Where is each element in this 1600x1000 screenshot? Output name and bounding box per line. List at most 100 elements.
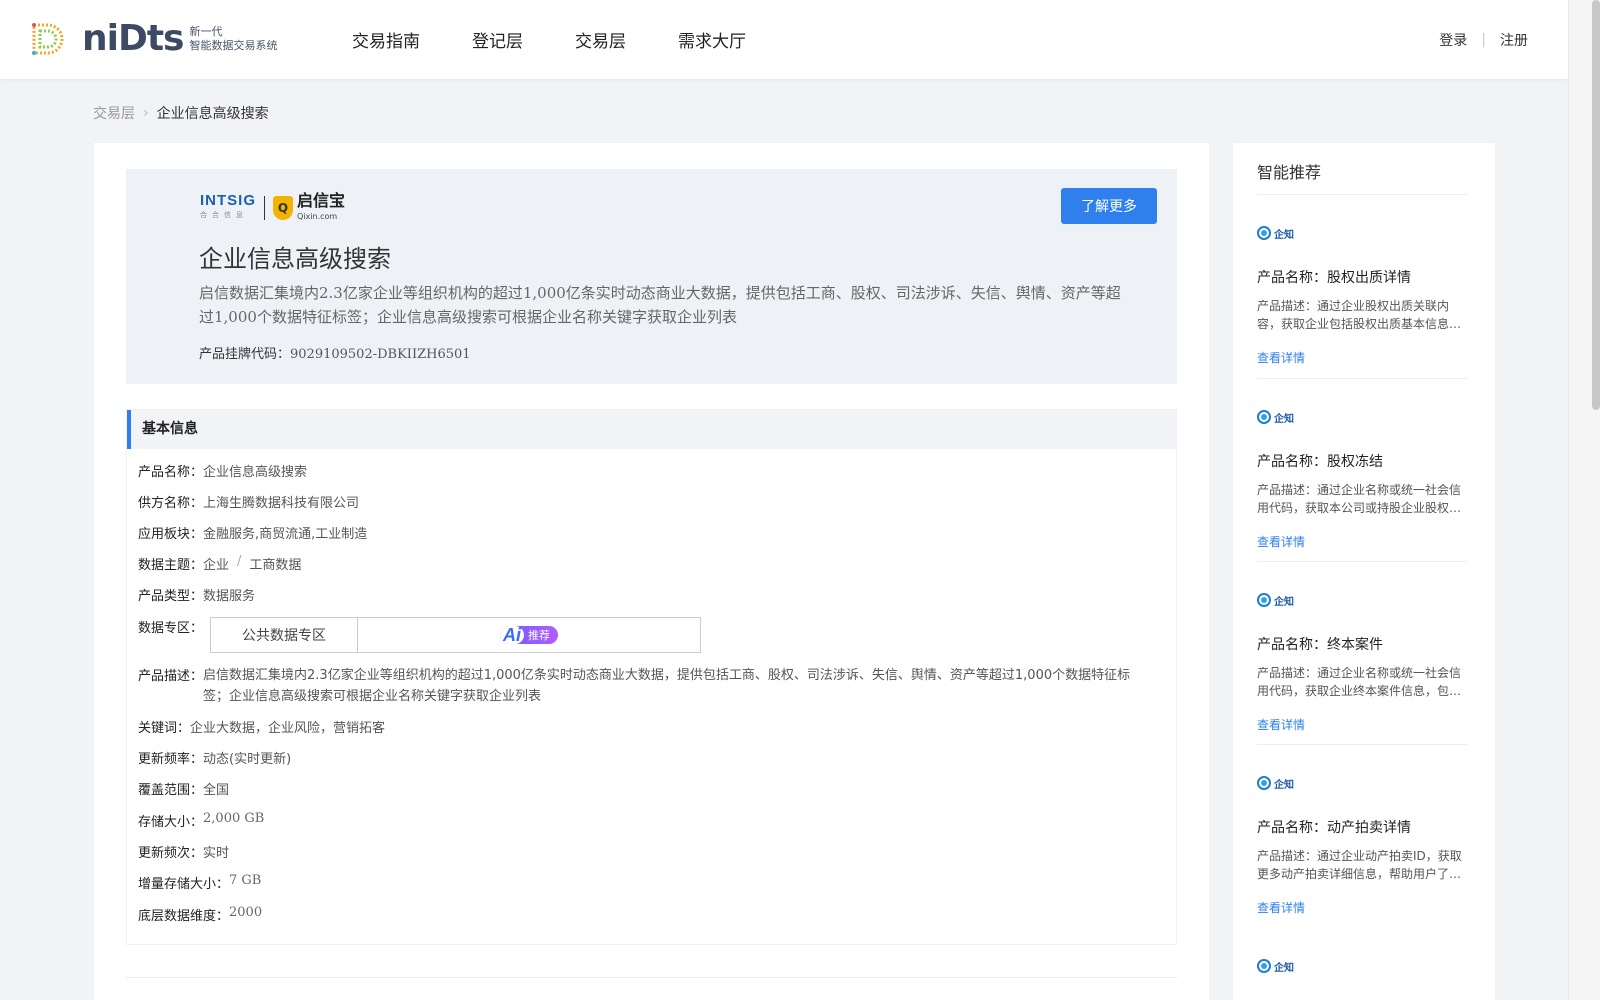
recommendation-name[interactable]: 产品名称：股权出质详情	[1257, 267, 1467, 287]
info-value: 7 GB	[229, 873, 262, 888]
info-value: 数据服务	[203, 589, 256, 604]
logo-tagline-2: 智能数据交易系统	[189, 39, 278, 52]
divider	[1257, 194, 1467, 195]
top-header: niDts 新一代 智能数据交易系统 交易指南 登记层 交易层 需求大厅 登录 …	[0, 0, 1568, 79]
info-value: 金融服务,商贸流通,工业制造	[203, 527, 368, 542]
main-nav: 交易指南 登记层 交易层 需求大厅	[352, 27, 798, 52]
info-row-supplier: 供方名称： 上海生腾数据科技有限公司	[138, 492, 359, 511]
product-detail-card: INTSIG 合合信息 Q 启信宝 Qixin.com 企业信息高级搜索 启信数…	[94, 143, 1209, 1000]
auth-links: 登录 | 注册	[1439, 30, 1528, 50]
recommendation-sidebar: 智能推荐 企知 产品名称：股权出质详情 产品描述：通过企业股权出质关联内容，获取…	[1233, 143, 1495, 1000]
divider	[1257, 378, 1467, 379]
view-details-link[interactable]: 查看详情	[1257, 716, 1467, 733]
info-row-update-times: 更新频次： 实时	[138, 842, 229, 861]
info-row-coverage: 覆盖范围： 全国	[138, 779, 229, 798]
view-details-link[interactable]: 查看详情	[1257, 533, 1467, 550]
info-label: 供方名称：	[138, 496, 204, 511]
auth-divider: |	[1481, 32, 1486, 48]
ai-recommend-badge: Ai 推荐	[358, 618, 700, 652]
product-summary: 启信数据汇集境内2.3亿家企业等组织机构的超过1,000亿条实时动态商业大数据，…	[199, 284, 1121, 326]
recommendation-name[interactable]: 产品名称：终本案件	[1257, 634, 1467, 654]
breadcrumb-parent[interactable]: 交易层	[93, 103, 135, 123]
partner-logos: INTSIG 合合信息 Q 启信宝 Qixin.com	[200, 193, 345, 223]
nav-trading-layer[interactable]: 交易层	[575, 27, 626, 52]
provider-logo: 企知	[1257, 225, 1467, 241]
info-row-sector: 应用板块： 金融服务,商贸流通,工业制造	[138, 523, 367, 542]
info-value: 实时	[203, 846, 230, 861]
qizhi-logo-icon	[1257, 776, 1271, 790]
intsig-logo-sub: 合合信息	[200, 212, 248, 219]
nav-registration-layer[interactable]: 登记层	[472, 27, 523, 52]
public-data-zone-cell[interactable]: 公共数据专区	[211, 618, 358, 652]
provider-logo-text: 企知	[1274, 962, 1294, 974]
recommendation-item-partial: 企知	[1257, 958, 1467, 974]
logo-wordmark: niDts	[82, 18, 184, 59]
qixin-logo: 启信宝 Qixin.com	[297, 193, 345, 223]
qixin-logo-text: 启信宝	[297, 191, 346, 210]
info-label: 更新频率：	[138, 752, 204, 767]
recommendation-description: 产品描述：通过企业名称或统一社会信用代码，获取企业终本案件信息，包括案号等	[1257, 666, 1462, 698]
divider	[1257, 561, 1467, 562]
view-details-link[interactable]: 查看详情	[1257, 899, 1467, 916]
info-row-update-frequency: 更新频率： 动态(实时更新)	[138, 748, 291, 767]
logo-mark-icon	[32, 23, 64, 55]
info-value: 2000	[229, 905, 263, 920]
nav-demand-hall[interactable]: 需求大厅	[678, 27, 746, 52]
topic-link-business-data[interactable]: 工商数据	[249, 554, 301, 573]
next-section-edge	[126, 977, 1177, 1000]
sidebar-title: 智能推荐	[1257, 163, 1322, 182]
info-row-product-name: 产品名称： 企业信息高级搜索	[138, 461, 307, 480]
info-label: 关键词：	[138, 721, 191, 736]
info-row-keywords: 关键词： 企业大数据，企业风险，营销拓客	[138, 717, 385, 736]
recommendation-item: 企知 产品名称：终本案件 产品描述：通过企业名称或统一社会信用代码，获取企业终本…	[1257, 592, 1467, 733]
listing-code-label: 产品挂牌代码：	[199, 347, 291, 362]
qizhi-logo-icon	[1257, 593, 1271, 607]
qizhi-logo-icon	[1257, 410, 1271, 424]
topic-separator: /	[237, 554, 242, 569]
info-row-type: 产品类型： 数据服务	[138, 585, 255, 604]
info-value: 2,000 GB	[203, 811, 265, 826]
recommendation-name[interactable]: 产品名称：股权冻结	[1257, 451, 1467, 471]
info-value: 动态(实时更新)	[203, 752, 292, 767]
ai-recommend-icon: Ai 推荐	[500, 626, 558, 644]
info-label: 应用板块：	[138, 527, 204, 542]
listing-code-value: 9029109502-DBKIIZH6501	[290, 347, 471, 362]
provider-logo: 企知	[1257, 958, 1467, 974]
page-scrollbar[interactable]	[1568, 0, 1600, 1000]
info-row-storage: 存储大小： 2,000 GB	[138, 811, 264, 830]
qixin-shield-icon: Q	[273, 196, 294, 220]
info-value: 企业大数据，企业风险，营销拓客	[190, 721, 386, 736]
product-title: 企业信息高级搜索	[199, 245, 391, 273]
login-link[interactable]: 登录	[1439, 30, 1467, 50]
info-row-dimension: 底层数据维度： 2000	[138, 905, 262, 924]
learn-more-button[interactable]: 了解更多	[1061, 188, 1157, 224]
breadcrumb-current: 企业信息高级搜索	[156, 106, 269, 122]
divider	[1257, 744, 1467, 745]
provider-logo: 企知	[1257, 775, 1467, 791]
logo-tagline-1: 新一代	[189, 25, 223, 38]
info-row-description: 产品描述： 启信数据汇集境内2.3亿家企业等组织机构的超过1,000亿条实时动态…	[138, 665, 1138, 707]
info-label: 存储大小：	[138, 815, 204, 830]
provider-logo: 企知	[1257, 409, 1467, 425]
info-value: 启信数据汇集境内2.3亿家企业等组织机构的超过1,000亿条实时动态商业大数据，…	[203, 668, 1131, 704]
scrollbar-thumb[interactable]	[1592, 0, 1600, 410]
view-details-link[interactable]: 查看详情	[1257, 349, 1467, 366]
recommendation-name[interactable]: 产品名称：动产拍卖详情	[1257, 817, 1467, 837]
topic-link-enterprise[interactable]: 企业	[203, 554, 229, 573]
recommendation-description: 产品描述：通过企业动产拍卖ID，获取更多动产拍卖详细信息，帮助用户了解详情	[1257, 849, 1462, 881]
logo-tagline: 新一代 智能数据交易系统	[190, 25, 278, 53]
recommendation-description: 产品描述：通过企业股权出质关联内容，获取企业包括股权出质基本信息等详细内容	[1257, 299, 1462, 331]
provider-logo: 企知	[1257, 592, 1467, 608]
nav-trade-guide[interactable]: 交易指南	[352, 27, 420, 52]
register-link[interactable]: 注册	[1500, 30, 1528, 50]
breadcrumb: 交易层 › 企业信息高级搜索	[93, 103, 269, 123]
ai-badge-label: 推荐	[528, 629, 550, 642]
info-value: 全国	[203, 783, 230, 798]
listing-code: 产品挂牌代码：9029109502-DBKIIZH6501	[199, 343, 471, 362]
site-logo[interactable]: niDts 新一代 智能数据交易系统	[28, 18, 278, 60]
provider-logo-text: 企知	[1274, 413, 1294, 425]
info-value: 企业信息高级搜索	[203, 465, 308, 480]
intsig-logo-text: INTSIG	[200, 192, 257, 209]
info-label: 更新频次：	[138, 846, 204, 861]
ai-badge-text: Ai	[500, 626, 524, 644]
